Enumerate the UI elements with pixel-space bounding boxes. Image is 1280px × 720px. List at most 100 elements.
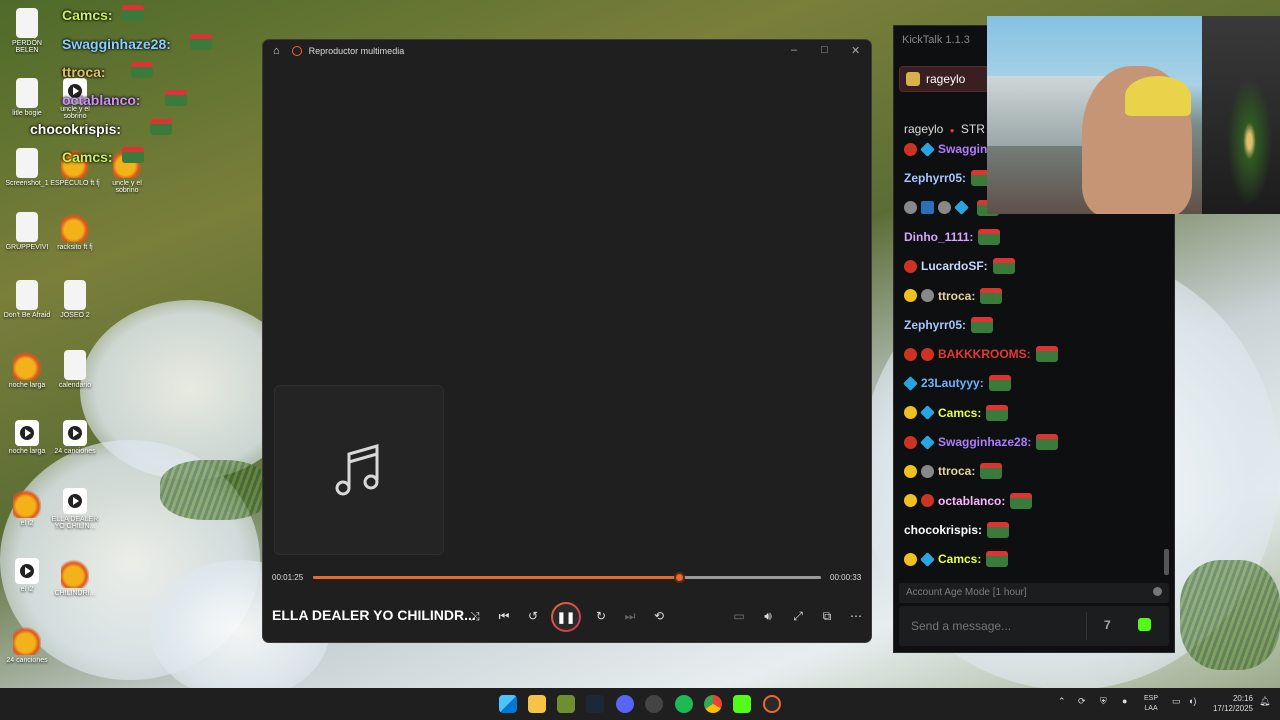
chat-message[interactable]: Camcs: <box>904 551 1009 568</box>
language-indicator[interactable]: ESP LAA <box>1144 694 1158 714</box>
info-icon[interactable] <box>1153 587 1162 596</box>
chat-message[interactable]: BAKKKROOMS: <box>904 346 1058 363</box>
desktop-icon[interactable]: noche larga <box>2 350 52 389</box>
desktop-icon[interactable]: CHILINDRI... <box>50 558 100 597</box>
chat-username[interactable]: Swagginhaze28: <box>938 435 1031 449</box>
chevron-up-icon[interactable]: ⌃ <box>1058 696 1066 707</box>
moderator-badge-icon <box>904 259 917 273</box>
media-player-icon[interactable] <box>763 695 781 713</box>
repeat-icon[interactable]: ⟲ <box>648 605 670 627</box>
chat-message[interactable]: Camcs: <box>904 404 1009 421</box>
maximize-button[interactable]: □ <box>821 44 828 56</box>
chat-message[interactable]: Dinho_1111: <box>904 228 1001 245</box>
sub-badge-icon <box>904 552 917 566</box>
desktop-icon-label: racksito ft fj <box>57 244 93 251</box>
desktop-icon-label: CHILINDRI... <box>54 590 96 597</box>
mic-icon[interactable]: ● <box>1122 696 1127 706</box>
desktop-icon[interactable]: ELLA DEALER YO CHILIN... <box>50 488 100 530</box>
chrome-icon[interactable] <box>704 695 722 713</box>
seek-handle[interactable] <box>673 572 685 583</box>
chat-username[interactable]: Camcs: <box>938 552 981 566</box>
security-icon[interactable]: ⛨ <box>1100 696 1107 707</box>
play-pause-button[interactable]: ❚❚ <box>551 602 581 632</box>
speaker-icon[interactable]: ◖) <box>1188 696 1196 706</box>
chat-message[interactable]: octablanco: <box>904 492 1033 509</box>
tab-rageylo[interactable]: rageylo <box>899 66 989 92</box>
chat-message[interactable]: Zephyrr05: <box>904 316 994 333</box>
close-button[interactable]: ✕ <box>851 44 860 57</box>
chat-username[interactable]: LucardoSF: <box>921 259 988 273</box>
start-icon[interactable] <box>499 695 517 713</box>
chat-username[interactable]: chocokrispis: <box>904 523 982 537</box>
desktop-icon[interactable]: PERDÓN BELEN <box>2 8 52 54</box>
desktop-icon-label: 24 canciones <box>6 657 48 664</box>
fullscreen-icon[interactable]: ⤢ <box>787 605 809 627</box>
obs-icon[interactable] <box>645 695 663 713</box>
chat-username[interactable]: 23Lautyyy: <box>921 376 984 390</box>
file-explorer-icon[interactable] <box>528 695 546 713</box>
sync-icon[interactable]: ⟳ <box>1078 696 1086 707</box>
desktop-icon[interactable]: Screenshot_1 <box>2 148 52 187</box>
desktop-icon[interactable]: noche larga <box>2 420 52 455</box>
more-options-icon[interactable]: ⋯ <box>845 605 867 627</box>
next-icon[interactable]: ⏭ <box>619 605 641 627</box>
kick-emote-icon[interactable] <box>1138 618 1151 631</box>
minimize-button[interactable]: – <box>791 44 797 56</box>
volume-icon[interactable]: 🔊︎ <box>757 605 779 627</box>
chat-message[interactable]: Zephyrr05: <box>904 170 994 187</box>
scrollbar[interactable] <box>1164 549 1169 575</box>
previous-icon[interactable]: ⏮ <box>493 605 515 627</box>
emote-icon <box>986 551 1009 568</box>
desktop-icon[interactable]: JOSEO 2 <box>50 280 100 319</box>
desktop-icon[interactable]: GRUPPEVIVI <box>2 212 52 251</box>
document-icon <box>16 212 38 242</box>
clock-date: 17/12/2025 <box>1212 704 1253 713</box>
seventv-emote-icon[interactable]: 7 <box>1104 618 1111 632</box>
chat-username[interactable]: ttroca: <box>938 289 975 303</box>
rewind-icon[interactable]: ↺ <box>522 605 544 627</box>
desktop-icon[interactable]: el i2 <box>2 488 52 527</box>
chat-message[interactable]: ttroca: <box>904 463 1003 480</box>
desktop-icon[interactable]: el i2 <box>2 558 52 593</box>
chat-username[interactable]: Dinho_1111: <box>904 230 973 244</box>
desktop-icon[interactable]: litle bogie <box>2 78 52 117</box>
account-age-mode-banner: Account Age Mode [1 hour] <box>899 583 1169 603</box>
chat-username[interactable]: Camcs: <box>938 406 981 420</box>
chat-username[interactable]: Zephyrr05: <box>904 318 966 332</box>
seek-bar[interactable] <box>313 572 821 583</box>
forward-icon[interactable]: ↻ <box>590 605 612 627</box>
chat-message[interactable]: LucardoSF: <box>904 258 1015 275</box>
webcam-feed <box>987 16 1280 214</box>
steam-icon[interactable] <box>586 695 604 713</box>
desktop-icon[interactable]: calendario <box>50 350 100 389</box>
chat-input[interactable]: Send a message... 7 <box>899 606 1169 646</box>
video-file-icon <box>15 558 39 584</box>
shuffle-icon[interactable]: ⤨ <box>464 605 486 627</box>
clock[interactable]: 20:16 17/12/2025 <box>1205 694 1253 714</box>
spotify-icon[interactable] <box>675 695 693 713</box>
chat-username[interactable]: Zephyrr05: <box>904 171 966 185</box>
mini-player-icon[interactable]: ⧉ <box>816 605 838 627</box>
notification-icon[interactable]: 🔔︎ <box>1259 696 1270 707</box>
kick-icon[interactable] <box>733 695 751 713</box>
chat-username[interactable]: ttroca: <box>938 464 975 478</box>
chat-message[interactable]: ttroca: <box>904 287 1003 304</box>
desktop-icon[interactable]: Don't Be Afraid <box>2 280 52 319</box>
desktop-icon[interactable]: 24 canciones <box>2 625 52 664</box>
emote-icon <box>149 119 172 135</box>
desktop-icon[interactable]: 24 canciones <box>50 420 100 455</box>
network-icon[interactable]: ▭ <box>1172 696 1181 707</box>
minecraft-icon[interactable] <box>557 695 575 713</box>
discord-icon[interactable] <box>616 695 634 713</box>
subtitles-icon[interactable]: ▭ <box>728 605 750 627</box>
chat-username[interactable]: octablanco: <box>938 494 1005 508</box>
chat-message[interactable]: Swagginhaze28: <box>904 434 1059 450</box>
chat-message[interactable] <box>904 199 999 216</box>
chat-message[interactable]: 23Lautyyy: <box>903 375 1011 392</box>
document-icon <box>64 280 86 310</box>
desktop-icon[interactable]: racksito ft fj <box>50 212 100 251</box>
chat-username[interactable]: BAKKKROOMS: <box>938 347 1031 361</box>
desktop-icon-label: 24 canciones <box>54 448 96 455</box>
chat-message[interactable]: chocokrispis: <box>904 521 1010 538</box>
home-icon[interactable]: ⌂ <box>273 45 280 57</box>
